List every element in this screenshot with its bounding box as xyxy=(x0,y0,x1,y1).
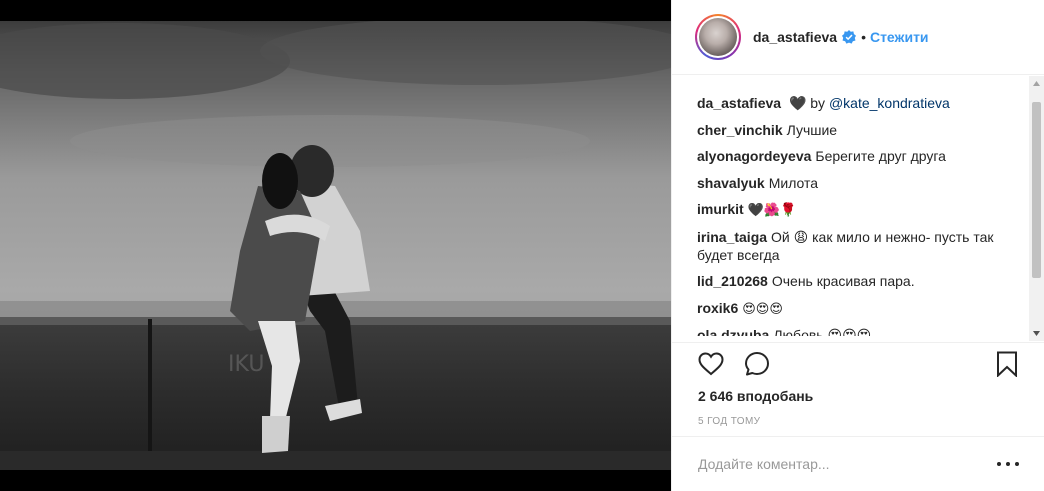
comment-text: 🖤🌺🌹 xyxy=(747,202,797,217)
comment-text: Берегите друг друга xyxy=(815,148,946,164)
comment-item: irina_taiga Ой 😩 как мило и нежно- пусть … xyxy=(697,228,997,264)
comment-author[interactable]: alyonagordeyeva xyxy=(697,148,811,164)
comment-item: cher_vinchik Лучшие xyxy=(697,121,997,139)
comments-scrollbar[interactable] xyxy=(1029,76,1044,341)
post-actions xyxy=(672,342,1044,382)
avatar-border xyxy=(697,16,739,58)
comments-list: da_astafieva 🖤 by @kate_kondratieva cher… xyxy=(672,76,1044,341)
comment-item: lid_210268 Очень красивая пара. xyxy=(697,272,997,290)
photo-illustration: IKU xyxy=(0,21,671,470)
post-details-panel: da_astafieva • Стежити da_astafieva 🖤 by… xyxy=(671,0,1044,491)
comment-text: Лучшие xyxy=(786,121,838,138)
scrollbar-thumb[interactable] xyxy=(1032,102,1041,278)
comment-text: Очень красивая пара. xyxy=(771,273,915,289)
avatar[interactable] xyxy=(695,14,741,60)
comment-item: ola.dzyuba Любовь 😍😍😍 xyxy=(697,326,997,336)
caption: da_astafieva 🖤 by @kate_kondratieva xyxy=(697,94,997,112)
scroll-down-arrow-icon[interactable] xyxy=(1029,326,1044,341)
comment-author[interactable]: ola.dzyuba xyxy=(697,327,769,336)
author-username[interactable]: da_astafieva xyxy=(753,29,837,45)
comment-item: alyonagordeyeva Берегите друг друга xyxy=(697,147,997,165)
header-separator: • xyxy=(861,29,866,45)
comment-item: imurkit 🖤🌺🌹 xyxy=(697,200,997,219)
comment-author[interactable]: roxik6 xyxy=(697,300,738,316)
heart-icon[interactable] xyxy=(696,349,726,379)
comment-author[interactable]: irina_taiga xyxy=(697,229,767,245)
bookmark-icon[interactable] xyxy=(992,349,1022,379)
comment-author[interactable]: lid_210268 xyxy=(697,273,768,289)
comment-item: shavalyuk Милота xyxy=(697,174,997,192)
comment-text: Любовь 😍😍😍 xyxy=(773,327,872,336)
comment-input[interactable] xyxy=(698,454,997,474)
caption-text: 🖤 by xyxy=(788,95,829,111)
comment-author[interactable]: imurkit xyxy=(697,201,744,217)
caption-mention[interactable]: @kate_kondratieva xyxy=(829,95,950,111)
comment-author[interactable]: cher_vinchik xyxy=(697,122,783,138)
add-comment-section xyxy=(672,436,1044,491)
svg-text:IKU: IKU xyxy=(228,352,264,377)
post-timestamp[interactable]: 5 ГОД ТОМУ xyxy=(698,416,760,427)
caption-author[interactable]: da_astafieva xyxy=(697,95,781,111)
comment-text: Милота xyxy=(768,174,819,191)
verified-badge-icon xyxy=(842,30,857,44)
more-options-icon[interactable] xyxy=(997,459,1019,469)
post-media: IKU xyxy=(0,0,671,491)
post-photo[interactable]: IKU xyxy=(0,21,671,470)
comment-item: roxik6 😍😍😍 xyxy=(697,299,997,318)
comment-text: 😍😍😍 xyxy=(742,300,783,316)
comment-author[interactable]: shavalyuk xyxy=(697,175,765,191)
post-header: da_astafieva • Стежити xyxy=(672,0,1044,75)
likes-count[interactable]: 2 646 вподобань xyxy=(698,388,813,404)
comment-icon[interactable] xyxy=(742,349,772,379)
follow-button[interactable]: Стежити xyxy=(870,29,929,45)
scroll-up-arrow-icon[interactable] xyxy=(1029,76,1044,91)
avatar-image xyxy=(699,18,737,56)
